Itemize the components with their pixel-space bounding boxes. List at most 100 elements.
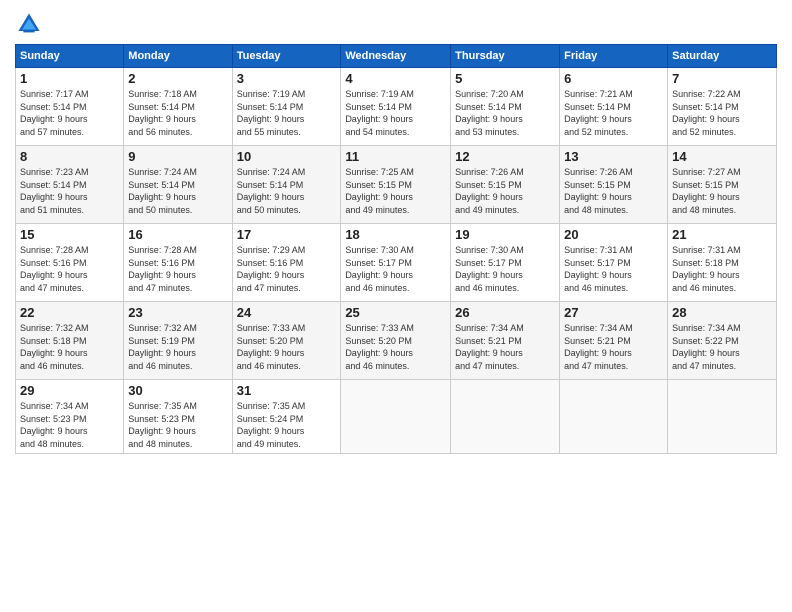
day-number: 25 — [345, 305, 446, 320]
calendar-cell: 6 Sunrise: 7:21 AM Sunset: 5:14 PM Daylig… — [560, 68, 668, 146]
day-info: Sunrise: 7:23 AM Sunset: 5:14 PM Dayligh… — [20, 166, 119, 216]
day-info: Sunrise: 7:27 AM Sunset: 5:15 PM Dayligh… — [672, 166, 772, 216]
calendar-cell: 5 Sunrise: 7:20 AM Sunset: 5:14 PM Daylig… — [451, 68, 560, 146]
day-info: Sunrise: 7:25 AM Sunset: 5:15 PM Dayligh… — [345, 166, 446, 216]
day-number: 15 — [20, 227, 119, 242]
calendar-cell: 9 Sunrise: 7:24 AM Sunset: 5:14 PM Daylig… — [124, 146, 232, 224]
calendar-cell: 3Sunrise: 7:19 AM Sunset: 5:14 PM Daylig… — [232, 68, 341, 146]
calendar-cell: 21 Sunrise: 7:31 AM Sunset: 5:18 PM Dayli… — [668, 224, 777, 302]
day-number: 2 — [128, 71, 227, 86]
calendar-cell: 26 Sunrise: 7:34 AM Sunset: 5:21 PM Dayli… — [451, 302, 560, 380]
day-number: 5 — [455, 71, 555, 86]
calendar-cell: 15Sunrise: 7:28 AM Sunset: 5:16 PM Dayli… — [16, 224, 124, 302]
calendar-cell: 25 Sunrise: 7:33 AM Sunset: 5:20 PM Dayli… — [341, 302, 451, 380]
calendar-cell: 24 Sunrise: 7:33 AM Sunset: 5:20 PM Dayli… — [232, 302, 341, 380]
calendar-cell: 4Sunrise: 7:19 AM Sunset: 5:14 PM Daylig… — [341, 68, 451, 146]
day-info: Sunrise: 7:33 AM Sunset: 5:20 PM Dayligh… — [345, 322, 446, 372]
calendar-cell: 2 Sunrise: 7:18 AM Sunset: 5:14 PM Daylig… — [124, 68, 232, 146]
day-number: 14 — [672, 149, 772, 164]
calendar-cell: 16 Sunrise: 7:28 AM Sunset: 5:16 PM Dayli… — [124, 224, 232, 302]
day-info: Sunrise: 7:28 AM Sunset: 5:16 PM Dayligh… — [128, 244, 227, 294]
day-info: Sunrise: 7:32 AM Sunset: 5:18 PM Dayligh… — [20, 322, 119, 372]
calendar-cell: 10 Sunrise: 7:24 AM Sunset: 5:14 PM Dayli… — [232, 146, 341, 224]
day-number: 1 — [20, 71, 119, 86]
day-number: 10 — [237, 149, 337, 164]
day-info: Sunrise: 7:18 AM Sunset: 5:14 PM Dayligh… — [128, 88, 227, 138]
weekday-friday: Friday — [560, 45, 668, 68]
day-number: 17 — [237, 227, 337, 242]
weekday-saturday: Saturday — [668, 45, 777, 68]
page-container: SundayMondayTuesdayWednesdayThursdayFrid… — [0, 0, 792, 612]
day-info: Sunrise: 7:17 AM Sunset: 5:14 PM Dayligh… — [20, 88, 119, 138]
weekday-header-row: SundayMondayTuesdayWednesdayThursdayFrid… — [16, 45, 777, 68]
calendar-cell — [451, 380, 560, 454]
day-number: 7 — [672, 71, 772, 86]
day-number: 27 — [564, 305, 663, 320]
day-info: Sunrise: 7:31 AM Sunset: 5:18 PM Dayligh… — [672, 244, 772, 294]
weekday-thursday: Thursday — [451, 45, 560, 68]
weekday-tuesday: Tuesday — [232, 45, 341, 68]
day-number: 22 — [20, 305, 119, 320]
day-info: Sunrise: 7:34 AM Sunset: 5:21 PM Dayligh… — [455, 322, 555, 372]
day-number: 28 — [672, 305, 772, 320]
day-info: Sunrise: 7:19 AM Sunset: 5:14 PM Dayligh… — [345, 88, 446, 138]
header — [15, 10, 777, 38]
day-number: 30 — [128, 383, 227, 398]
calendar-cell: 23 Sunrise: 7:32 AM Sunset: 5:19 PM Dayli… — [124, 302, 232, 380]
calendar-cell: 29 Sunrise: 7:34 AM Sunset: 5:23 PM Dayli… — [16, 380, 124, 454]
weekday-monday: Monday — [124, 45, 232, 68]
day-number: 24 — [237, 305, 337, 320]
calendar-table: SundayMondayTuesdayWednesdayThursdayFrid… — [15, 44, 777, 454]
day-info: Sunrise: 7:21 AM Sunset: 5:14 PM Dayligh… — [564, 88, 663, 138]
day-info: Sunrise: 7:24 AM Sunset: 5:14 PM Dayligh… — [128, 166, 227, 216]
calendar-cell — [341, 380, 451, 454]
day-number: 19 — [455, 227, 555, 242]
weekday-wednesday: Wednesday — [341, 45, 451, 68]
calendar-cell: 11Sunrise: 7:25 AM Sunset: 5:15 PM Dayli… — [341, 146, 451, 224]
calendar-cell: 1 Sunrise: 7:17 AM Sunset: 5:14 PM Daylig… — [16, 68, 124, 146]
calendar-cell: 31 Sunrise: 7:35 AM Sunset: 5:24 PM Dayli… — [232, 380, 341, 454]
day-info: Sunrise: 7:35 AM Sunset: 5:24 PM Dayligh… — [237, 400, 337, 450]
day-info: Sunrise: 7:29 AM Sunset: 5:16 PM Dayligh… — [237, 244, 337, 294]
day-number: 12 — [455, 149, 555, 164]
day-info: Sunrise: 7:34 AM Sunset: 5:23 PM Dayligh… — [20, 400, 119, 450]
weekday-sunday: Sunday — [16, 45, 124, 68]
calendar-cell: 7 Sunrise: 7:22 AM Sunset: 5:14 PM Daylig… — [668, 68, 777, 146]
day-number: 18 — [345, 227, 446, 242]
day-info: Sunrise: 7:31 AM Sunset: 5:17 PM Dayligh… — [564, 244, 663, 294]
day-info: Sunrise: 7:26 AM Sunset: 5:15 PM Dayligh… — [564, 166, 663, 216]
day-info: Sunrise: 7:30 AM Sunset: 5:17 PM Dayligh… — [455, 244, 555, 294]
calendar-cell: 8 Sunrise: 7:23 AM Sunset: 5:14 PM Daylig… — [16, 146, 124, 224]
day-info: Sunrise: 7:24 AM Sunset: 5:14 PM Dayligh… — [237, 166, 337, 216]
day-info: Sunrise: 7:20 AM Sunset: 5:14 PM Dayligh… — [455, 88, 555, 138]
day-number: 13 — [564, 149, 663, 164]
day-info: Sunrise: 7:33 AM Sunset: 5:20 PM Dayligh… — [237, 322, 337, 372]
calendar-cell: 30 Sunrise: 7:35 AM Sunset: 5:23 PM Dayli… — [124, 380, 232, 454]
day-number: 8 — [20, 149, 119, 164]
calendar-cell — [668, 380, 777, 454]
day-number: 26 — [455, 305, 555, 320]
day-number: 20 — [564, 227, 663, 242]
calendar-cell: 17 Sunrise: 7:29 AM Sunset: 5:16 PM Dayli… — [232, 224, 341, 302]
calendar-cell: 22 Sunrise: 7:32 AM Sunset: 5:18 PM Dayli… — [16, 302, 124, 380]
calendar-cell: 12Sunrise: 7:26 AM Sunset: 5:15 PM Dayli… — [451, 146, 560, 224]
day-info: Sunrise: 7:32 AM Sunset: 5:19 PM Dayligh… — [128, 322, 227, 372]
day-number: 21 — [672, 227, 772, 242]
logo-icon — [15, 10, 43, 38]
day-number: 3 — [237, 71, 337, 86]
calendar-cell: 19 Sunrise: 7:30 AM Sunset: 5:17 PM Dayli… — [451, 224, 560, 302]
day-number: 23 — [128, 305, 227, 320]
day-number: 6 — [564, 71, 663, 86]
calendar-cell: 20 Sunrise: 7:31 AM Sunset: 5:17 PM Dayli… — [560, 224, 668, 302]
calendar-cell: 18 Sunrise: 7:30 AM Sunset: 5:17 PM Dayli… — [341, 224, 451, 302]
day-info: Sunrise: 7:34 AM Sunset: 5:22 PM Dayligh… — [672, 322, 772, 372]
day-number: 31 — [237, 383, 337, 398]
day-info: Sunrise: 7:22 AM Sunset: 5:14 PM Dayligh… — [672, 88, 772, 138]
day-number: 29 — [20, 383, 119, 398]
day-info: Sunrise: 7:30 AM Sunset: 5:17 PM Dayligh… — [345, 244, 446, 294]
day-number: 9 — [128, 149, 227, 164]
day-info: Sunrise: 7:34 AM Sunset: 5:21 PM Dayligh… — [564, 322, 663, 372]
calendar-cell: 28 Sunrise: 7:34 AM Sunset: 5:22 PM Dayli… — [668, 302, 777, 380]
day-info: Sunrise: 7:35 AM Sunset: 5:23 PM Dayligh… — [128, 400, 227, 450]
day-number: 16 — [128, 227, 227, 242]
